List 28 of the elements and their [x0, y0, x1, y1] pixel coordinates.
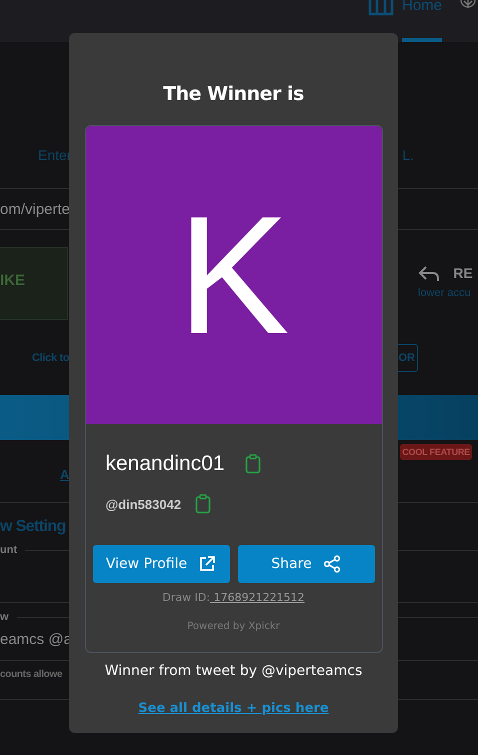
details-link[interactable]: See all details + pics here [138, 701, 329, 716]
reply-icon [418, 264, 440, 282]
share-icon [322, 555, 341, 573]
field-label: counts allowe [0, 669, 62, 680]
reply-hint: lower accu [418, 286, 472, 298]
grid-icon [368, 0, 394, 16]
section-title: w Setting [0, 518, 67, 536]
share-button[interactable]: Share [238, 545, 374, 583]
clipboard-icon[interactable] [244, 454, 261, 474]
tweet-source-text: Winner from tweet by @viperteamcs [104, 663, 362, 679]
instruction-text: Click to [32, 352, 70, 364]
view-profile-button[interactable]: View Profile [92, 545, 230, 583]
field-label: w [0, 611, 9, 623]
feature-badge: COOL FEATURE [400, 444, 472, 460]
reply-option[interactable]: RE [453, 264, 478, 282]
dialog-title: The Winner is [163, 82, 304, 107]
link[interactable]: A [60, 467, 70, 482]
winner-handle: @din583042 [106, 496, 182, 512]
draw-id: Draw ID: 1768921221512 [162, 591, 305, 604]
powered-by-text: Powered by Xpickr [187, 621, 280, 632]
intro-text: Enter [38, 147, 72, 165]
clipboard-icon[interactable] [195, 494, 212, 514]
avatar: K [86, 126, 382, 424]
like-option[interactable]: IKE [0, 247, 68, 320]
external-link-icon [198, 555, 216, 573]
field-label: unt [0, 544, 18, 556]
intro-text: L. [402, 147, 414, 165]
winner-name: kenandinc01 [106, 452, 225, 476]
